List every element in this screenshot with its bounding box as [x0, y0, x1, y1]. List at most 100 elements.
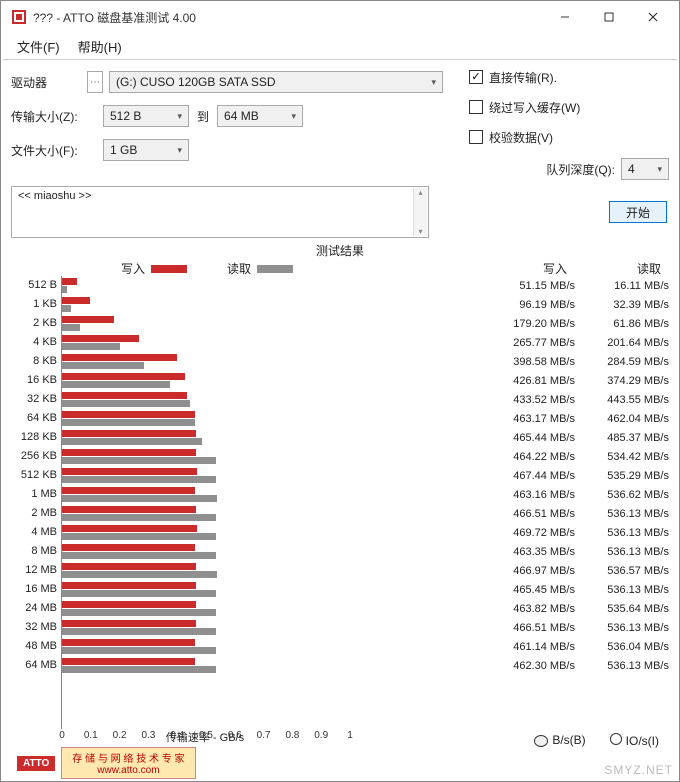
- value-row: 51.15 MB/s16.11 MB/s: [355, 276, 669, 295]
- y-tick-label: 4 MB: [11, 523, 61, 542]
- transfer-size-from-select[interactable]: 512 B▾: [103, 105, 189, 127]
- read-bar: [62, 457, 216, 464]
- chevron-down-icon: ▾: [177, 111, 182, 122]
- maximize-button[interactable]: [587, 2, 631, 32]
- x-tick-label: 0.7: [257, 730, 271, 741]
- read-bar: [62, 628, 216, 635]
- bar-row: [62, 656, 349, 675]
- x-tick-label: 0.2: [113, 730, 127, 741]
- x-tick-label: 0.8: [285, 730, 299, 741]
- read-value: 536.13 MB/s: [583, 508, 669, 520]
- write-bar: [62, 487, 195, 494]
- menubar: 文件(F) 帮助(H): [1, 33, 679, 59]
- col-header-write: 写入: [507, 260, 567, 277]
- write-value: 179.20 MB/s: [489, 318, 575, 330]
- menu-file[interactable]: 文件(F): [11, 35, 66, 58]
- write-value: 461.14 MB/s: [489, 641, 575, 653]
- close-button[interactable]: [631, 2, 675, 32]
- results-panel: 测试结果 写入 读取 写入 读取 512 B1 KB2 KB4 KB8 KB16…: [11, 242, 669, 751]
- read-value: 536.13 MB/s: [583, 660, 669, 672]
- write-bar: [62, 658, 195, 665]
- drive-select[interactable]: (G:) CUSO 120GB SATA SSD ▾: [109, 71, 443, 93]
- write-value: 398.58 MB/s: [489, 356, 575, 368]
- read-value: 201.64 MB/s: [583, 337, 669, 349]
- transfer-size-label: 传输大小(Z):: [11, 108, 81, 125]
- atto-banner: 存 储 与 网 络 技 术 专 家 www.atto.com: [61, 747, 195, 779]
- file-size-label: 文件大小(F):: [11, 142, 81, 159]
- description-textarea[interactable]: << miaoshu >> ▴▾: [11, 186, 429, 238]
- bar-row: [62, 485, 349, 504]
- bar-row: [62, 428, 349, 447]
- y-tick-label: 48 MB: [11, 637, 61, 656]
- x-tick-label: 0.9: [314, 730, 328, 741]
- drive-label: 驱动器: [11, 74, 81, 91]
- write-bar: [62, 544, 195, 551]
- write-bar: [62, 316, 114, 323]
- value-row: 466.97 MB/s536.57 MB/s: [355, 561, 669, 580]
- bar-row: [62, 295, 349, 314]
- value-row: 426.81 MB/s 374.29 MB/s: [355, 371, 669, 390]
- y-tick-label: 32 MB: [11, 618, 61, 637]
- y-tick-label: 512 KB: [11, 466, 61, 485]
- write-value: 466.51 MB/s: [489, 508, 575, 520]
- read-value: 536.13 MB/s: [583, 584, 669, 596]
- write-value: 433.52 MB/s: [489, 394, 575, 406]
- bar-row: [62, 542, 349, 561]
- x-tick-label: 0.3: [141, 730, 155, 741]
- drive-refresh-button[interactable]: ⋯: [87, 71, 103, 93]
- write-bar: [62, 430, 196, 437]
- read-value: 536.13 MB/s: [583, 527, 669, 539]
- value-row: 463.35 MB/s536.13 MB/s: [355, 542, 669, 561]
- write-bar: [62, 601, 196, 608]
- chevron-down-icon: ▾: [657, 164, 662, 175]
- minimize-button[interactable]: [543, 2, 587, 32]
- write-value: 463.17 MB/s: [489, 413, 575, 425]
- radio-bytes[interactable]: B/s(B): [534, 733, 585, 747]
- value-row: 467.44 MB/s535.29 MB/s: [355, 466, 669, 485]
- legend-read: 读取: [227, 260, 293, 277]
- y-tick-label: 8 MB: [11, 542, 61, 561]
- x-tick-label: 0.1: [84, 730, 98, 741]
- app-icon: [11, 9, 27, 25]
- content: 驱动器 ⋯ (G:) CUSO 120GB SATA SSD ▾ 传输大小(Z)…: [1, 60, 679, 781]
- read-value: 535.64 MB/s: [583, 603, 669, 615]
- value-row: 466.51 MB/s536.13 MB/s: [355, 618, 669, 637]
- y-tick-label: 16 MB: [11, 580, 61, 599]
- read-value: 32.39 MB/s: [583, 299, 669, 311]
- bypass-cache-checkbox[interactable]: 绕过写入缓存(W): [469, 98, 669, 116]
- verify-data-checkbox[interactable]: 校验数据(V): [469, 128, 669, 146]
- value-row: 463.82 MB/s535.64 MB/s: [355, 599, 669, 618]
- bar-row: [62, 504, 349, 523]
- results-title: 测试结果: [316, 242, 364, 260]
- value-row: 462.30 MB/s536.13 MB/s: [355, 656, 669, 675]
- radio-ios[interactable]: IO/s(I): [610, 733, 659, 748]
- write-value: 426.81 MB/s: [489, 375, 575, 387]
- y-tick-label: 64 MB: [11, 656, 61, 675]
- file-size-select[interactable]: 1 GB▾: [103, 139, 189, 161]
- queue-depth-select[interactable]: 4▾: [621, 158, 669, 180]
- read-value: 374.29 MB/s: [583, 375, 669, 387]
- read-bar: [62, 381, 170, 388]
- y-tick-label: 8 KB: [11, 352, 61, 371]
- direct-io-checkbox[interactable]: 直接传输(R).: [469, 68, 669, 86]
- start-button[interactable]: 开始: [609, 201, 667, 223]
- read-bar: [62, 571, 217, 578]
- bar-row: [62, 447, 349, 466]
- y-tick-label: 12 MB: [11, 561, 61, 580]
- chevron-down-icon: ▾: [431, 77, 436, 88]
- value-row: 465.44 MB/s485.37 MB/s: [355, 428, 669, 447]
- y-tick-label: 256 KB: [11, 447, 61, 466]
- menu-help[interactable]: 帮助(H): [72, 35, 128, 58]
- write-bar: [62, 297, 90, 304]
- checkbox-icon: [469, 130, 483, 144]
- scrollbar[interactable]: ▴▾: [413, 188, 427, 236]
- bar-row: [62, 580, 349, 599]
- transfer-size-to-select[interactable]: 64 MB▾: [217, 105, 303, 127]
- read-bar: [62, 438, 202, 445]
- value-row: 465.45 MB/s536.13 MB/s: [355, 580, 669, 599]
- read-value: 462.04 MB/s: [583, 413, 669, 425]
- checkbox-icon: [469, 100, 483, 114]
- read-bar: [62, 647, 216, 654]
- read-bar: [62, 343, 120, 350]
- read-bar: [62, 666, 216, 673]
